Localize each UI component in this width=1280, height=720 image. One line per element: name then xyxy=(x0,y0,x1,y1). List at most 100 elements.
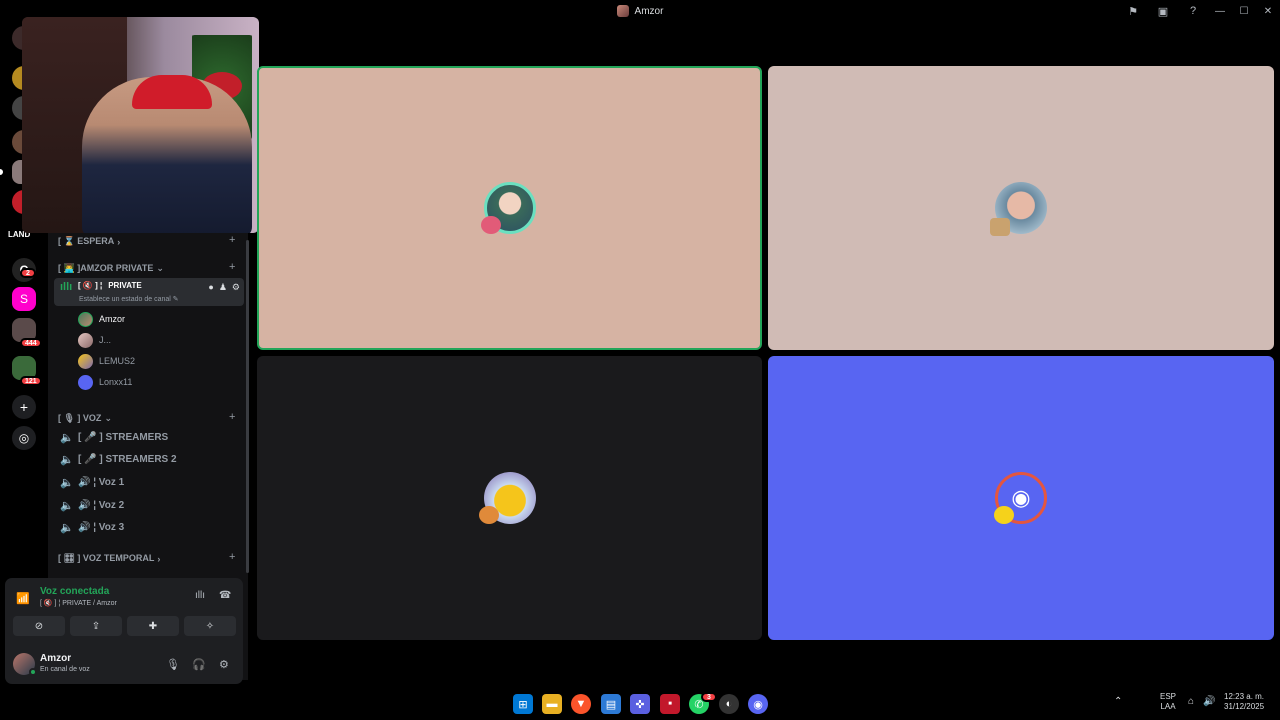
channel-tools: ● ♟ ⚙ xyxy=(208,282,240,293)
add-channel-icon[interactable]: + xyxy=(229,234,235,246)
avatar-decoration-icon xyxy=(479,506,499,524)
channel-name: 🔊 ¦ Voz 1 xyxy=(78,476,125,488)
participant-tile[interactable] xyxy=(768,66,1274,350)
noise-suppression-icon[interactable]: ıllı xyxy=(195,590,205,601)
channel-name: [ 🎤 ] STREAMERS xyxy=(78,431,169,443)
invite-icon[interactable]: ♟ xyxy=(219,282,227,293)
voice-connected-subtitle[interactable]: [ 🔇 ] ¦ PRIVATE / Amzor xyxy=(40,599,117,607)
add-channel-icon[interactable]: + xyxy=(229,261,235,273)
chevron-right-icon: › xyxy=(157,553,161,564)
microphone-icon[interactable]: 🎙 xyxy=(166,658,180,671)
server-icon-s[interactable]: S xyxy=(12,287,36,311)
participant-tile[interactable] xyxy=(257,66,762,350)
category-voz[interactable]: [ 🎙 ] VOZ ⌄ xyxy=(58,413,112,424)
voice-user-name: Amzor xyxy=(99,314,126,324)
clock[interactable]: 12:23 a. m. 31/12/2025 xyxy=(1224,692,1264,712)
voice-channel[interactable]: 🔈 🔊 ¦ Voz 1 xyxy=(54,472,244,492)
chevron-right-icon: › xyxy=(117,236,121,247)
soundboard-button[interactable]: ✧ xyxy=(184,616,236,636)
voice-channel[interactable]: 🔈 [ 🎤 ] STREAMERS xyxy=(54,427,244,447)
window-title-area: Amzor xyxy=(616,5,664,17)
settings-icon[interactable]: ⚙ xyxy=(232,282,240,293)
channel-prefix: [ 🔇 ] ¦ xyxy=(78,281,103,290)
flag-icon[interactable]: ⚑ xyxy=(1118,0,1148,22)
headphones-icon[interactable]: 🎧 xyxy=(192,658,206,671)
connection-icon[interactable]: 📶 xyxy=(16,592,30,605)
inbox-icon[interactable]: ▣ xyxy=(1148,0,1178,22)
screen-share-button[interactable]: ⇪ xyxy=(70,616,122,636)
activities-button[interactable]: ✚ xyxy=(127,616,179,636)
file-explorer-icon[interactable]: ▬ xyxy=(542,694,562,714)
chat-icon[interactable]: ● xyxy=(208,282,213,293)
voice-channel[interactable]: 🔈 🔊 ¦ Voz 3 xyxy=(54,517,244,537)
sidebar-scrollbar[interactable] xyxy=(246,240,249,573)
avatar xyxy=(78,374,93,390)
brave-browser-icon[interactable]: ▼ xyxy=(571,694,591,714)
voice-connected-title[interactable]: Voz conectada xyxy=(40,586,109,597)
chevron-up-icon[interactable]: ⌃ xyxy=(1114,697,1122,707)
voice-user[interactable]: Amzor xyxy=(78,309,125,329)
avatar xyxy=(78,311,93,327)
category-label: [ 👨‍💻 ]AMZOR PRIVATE xyxy=(58,263,154,273)
window-title: Amzor xyxy=(634,5,664,17)
disconnect-icon[interactable]: ☎ xyxy=(219,590,231,601)
chevron-down-icon: ⌄ xyxy=(156,263,164,273)
store-icon[interactable]: ▤ xyxy=(601,694,621,714)
stream-app-icon[interactable]: ■ xyxy=(660,694,680,714)
help-icon[interactable]: ? xyxy=(1178,0,1208,22)
speaker-icon: 🔈 xyxy=(60,476,74,489)
voice-user[interactable]: LEMUS2 xyxy=(78,351,135,371)
language-code: ESP xyxy=(1160,692,1177,701)
steam-icon[interactable]: ◐ xyxy=(719,694,739,714)
category-espera[interactable]: [ ⌛ ESPERA › xyxy=(58,236,120,247)
language-layout: LAA xyxy=(1160,702,1176,711)
minimize-button[interactable]: — xyxy=(1208,0,1232,22)
settings-icon[interactable]: ⚙ xyxy=(219,658,229,671)
network-icon[interactable]: ⌂ xyxy=(1188,697,1194,707)
category-voz-temporal[interactable]: [ 🎛 ] VOZ TEMPORAL › xyxy=(58,553,160,564)
channel-name: 🔊 ¦ Voz 3 xyxy=(78,521,125,533)
discord-icon[interactable]: ◉ xyxy=(748,694,768,714)
online-status-dot xyxy=(29,668,37,676)
add-channel-icon[interactable]: + xyxy=(229,551,235,563)
channel-name: PRIVATE xyxy=(108,281,142,290)
voice-channel[interactable]: 🔈 [ 🎤 ] STREAMERS 2 xyxy=(54,449,244,469)
volume-icon[interactable]: 🔊 xyxy=(1203,697,1215,707)
voice-user-name: Lonxx11 xyxy=(99,377,133,387)
close-button[interactable]: ✕ xyxy=(1256,0,1280,22)
channel-name: [ 🎤 ] STREAMERS 2 xyxy=(78,453,177,465)
user-status: En canal de voz xyxy=(40,666,90,673)
chevron-down-icon: ⌄ xyxy=(104,413,112,423)
voice-activity-icon: ıllı xyxy=(60,281,73,293)
add-server-icon[interactable]: + xyxy=(12,395,36,419)
avatar-decoration-icon xyxy=(994,506,1014,524)
category-amzor-private[interactable]: [ 👨‍💻 ]AMZOR PRIVATE ⌄ xyxy=(58,263,164,274)
speaker-icon: 🔈 xyxy=(60,453,74,466)
user-name[interactable]: Amzor xyxy=(40,653,71,664)
game-controller-icon[interactable]: ✜ xyxy=(630,694,650,714)
language-indicator[interactable]: ESP LAA xyxy=(1160,692,1176,712)
add-channel-icon[interactable]: + xyxy=(229,411,235,423)
title-avatar-icon xyxy=(616,5,629,17)
webcam-red-cap xyxy=(132,75,212,109)
channel-status-text[interactable]: Establece un estado de canal ✎ xyxy=(79,295,179,303)
avatar xyxy=(78,332,93,348)
unread-badge: 444 xyxy=(20,338,42,348)
maximize-button[interactable]: ☐ xyxy=(1232,0,1256,22)
avatar-decoration-icon xyxy=(990,218,1010,236)
speaker-icon: 🔈 xyxy=(60,499,74,512)
camera-off-button[interactable]: ⊘ xyxy=(13,616,65,636)
participant-tile[interactable] xyxy=(257,356,762,640)
voice-user[interactable]: Lonxx11 xyxy=(78,372,132,392)
title-controls: ⚑ ▣ ? — ☐ ✕ xyxy=(1118,0,1280,22)
voice-user[interactable]: J... xyxy=(78,330,111,350)
participant-tile[interactable]: ◉ xyxy=(768,356,1274,640)
discover-icon[interactable]: ◎ xyxy=(12,426,36,450)
voice-channel-private[interactable]: ıllı [ 🔇 ] ¦ PRIVATE ● ♟ ⚙ Establece un … xyxy=(54,278,244,306)
webcam-overlay[interactable] xyxy=(22,17,259,233)
clock-date: 31/12/2025 xyxy=(1224,702,1265,711)
voice-channel[interactable]: 🔈 🔊 ¦ Voz 2 xyxy=(54,495,244,515)
voice-user-panel: 📶 Voz conectada [ 🔇 ] ¦ PRIVATE / Amzor … xyxy=(5,578,243,684)
windows-start-icon[interactable]: ⊞ xyxy=(513,694,533,714)
speaker-icon: 🔈 xyxy=(60,431,74,444)
